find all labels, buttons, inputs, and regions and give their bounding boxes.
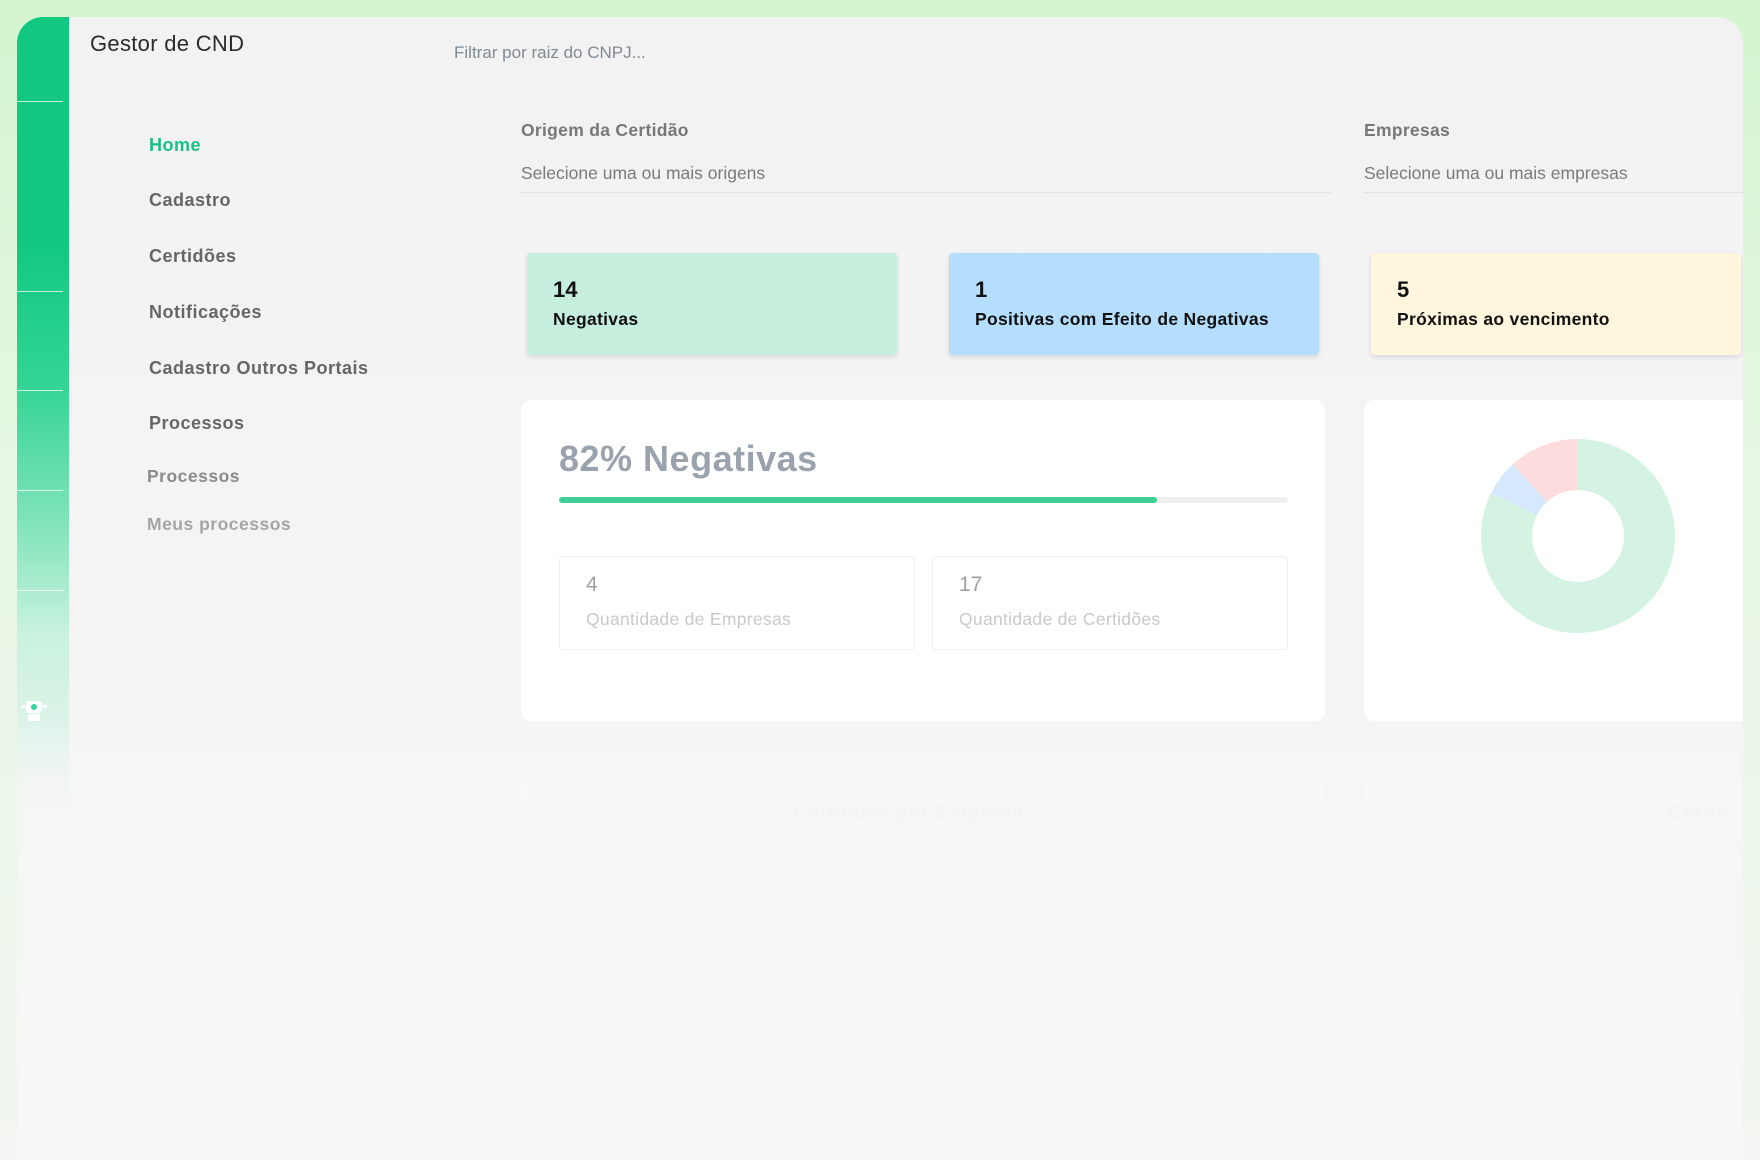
app-title: Gestor de CND [90,31,245,56]
stat-value: 5 [1397,277,1410,302]
sidebar-subitem-meus-processos[interactable]: Meus processos [147,514,291,535]
stat-card-positivas-efeito-negativas[interactable]: 1 Positivas com Efeito de Negativas [949,253,1319,355]
rail-divider [17,291,63,292]
companies-count-box: 4 Quantidade de Empresas [559,556,915,650]
companies-count: 4 [586,573,598,596]
companies-count-label: Quantidade de Empresas [586,609,792,629]
sidebar-item-home[interactable]: Home [149,135,201,156]
cnpj-search-input[interactable] [454,37,954,69]
icon-rail [17,17,69,827]
origem-select[interactable]: Selecione uma ou mais origens [521,153,1331,193]
empresas-filter-label: Empresas [1364,120,1451,140]
status-donut-chart [1481,439,1675,633]
rail-divider [17,390,63,391]
rail-divider [17,490,63,491]
stat-card-negativas[interactable]: 14 Negativas [527,253,897,355]
certidoes-por-empresa-card: Certidões por Empresa [521,782,1325,842]
stat-value: 1 [975,277,988,302]
rail-divider [17,590,63,591]
negativas-progress-bar [559,497,1288,503]
stat-label: Positivas com Efeito de Negativas [975,309,1269,329]
stat-value: 14 [553,277,578,302]
certificates-count-box: 17 Quantidade de Certidões [932,556,1288,650]
certidoes-card: Certid [1364,782,1743,842]
sidebar-item-outros-portais[interactable]: Cadastro Outros Portais [149,358,369,379]
sidebar-item-notificacoes[interactable]: Notificações [149,302,262,323]
stat-card-proximas-vencimento[interactable]: 5 Próximas ao vencimento [1371,253,1741,355]
sidebar-subitem-processos[interactable]: Processos [147,466,240,487]
stat-label: Negativas [553,309,639,329]
card-title: Certidões por Empresa [793,802,1024,824]
sidebar-item-processos[interactable]: Processos [149,413,245,434]
negativas-percent-title: 82% Negativas [559,438,818,479]
origem-filter-label: Origem da Certidão [521,120,689,140]
certificates-count-label: Quantidade de Certidões [959,609,1161,629]
card-title: Certid [1668,802,1729,824]
certificates-count: 17 [959,573,983,596]
sidebar-item-cadastro[interactable]: Cadastro [149,190,231,211]
stat-label: Próximas ao vencimento [1397,309,1610,329]
rail-divider [17,780,63,781]
app-window: Gestor de CND Home Cadastro Certidões No… [17,17,1743,1160]
progress-fill [559,497,1157,503]
rail-divider [17,101,63,102]
empresas-select[interactable]: Selecione uma ou mais empresas [1364,153,1743,193]
robot-icon[interactable] [19,697,49,725]
summary-card: 82% Negativas 4 Quantidade de Empresas 1… [521,400,1325,721]
donut-card [1364,400,1743,721]
sidebar-item-certidoes[interactable]: Certidões [149,246,237,267]
